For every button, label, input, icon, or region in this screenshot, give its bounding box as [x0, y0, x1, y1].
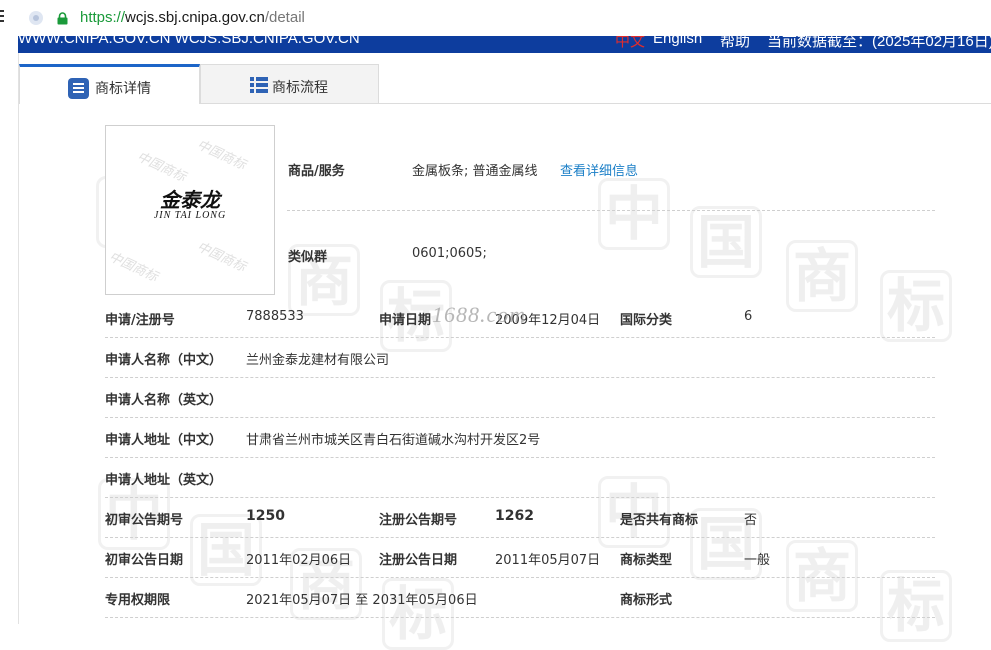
stamp-watermark: 1688.com: [432, 302, 527, 327]
prelim-date-value: 2011年02月06日: [246, 553, 352, 568]
lang-en-link[interactable]: English: [653, 36, 702, 47]
row-divider: [105, 537, 935, 538]
watermark-glyph: 商: [786, 540, 858, 612]
tm-type-label: 商标类型: [620, 553, 673, 568]
address-cn-label: 申请人地址（中文）: [105, 433, 223, 448]
url-host: wcjs.sbj.cnipa.gov.cn: [125, 9, 265, 26]
tab-label: 商标流程: [272, 80, 328, 96]
address-cn-value: 甘肃省兰州市城关区青白石街道碱水沟村开发区2号: [246, 433, 541, 448]
site-info-icon[interactable]: [29, 11, 43, 25]
tm-form-label: 商标形式: [620, 593, 673, 608]
row-divider: [105, 417, 935, 418]
intl-class-value: 6: [744, 309, 753, 324]
shared-label: 是否共有商标: [620, 513, 699, 528]
lock-icon: [57, 12, 68, 25]
list-icon: [250, 77, 268, 93]
exclusive-value: 2021年05月07日 至 2031年05月06日: [246, 593, 478, 608]
site-header-bar: WWW.CNIPA.GOV.CN WCJS.SBJ.CNIPA.GOV.CN 中…: [18, 36, 991, 53]
trademark-image: 中国商标 中国商标 中国商标 中国商标 金泰龙 JIN TAI LONG: [105, 125, 275, 295]
logo-watermark: 中国商标: [134, 149, 188, 186]
menu-icon[interactable]: [0, 10, 5, 24]
url-scheme: https://: [80, 9, 126, 26]
view-details-link[interactable]: 查看详细信息: [560, 160, 638, 179]
reg-ann-no-label: 注册公告期号: [379, 513, 458, 528]
tab-trademark-detail[interactable]: 商标详情: [19, 64, 200, 104]
shared-value: 否: [744, 513, 758, 528]
url-path: /detail: [264, 9, 305, 26]
applicant-cn-value: 兰州金泰龙建材有限公司: [246, 353, 390, 368]
group-value: 0601;0605;: [412, 246, 487, 261]
logo-watermark: 中国商标: [194, 239, 248, 276]
row-divider: [105, 377, 935, 378]
watermark-glyph: 国: [690, 206, 762, 278]
url-field[interactable]: https://wcjs.sbj.cnipa.gov.cn/detail: [80, 9, 305, 26]
watermark-glyph: 标: [880, 270, 952, 342]
logo-watermark: 中国商标: [106, 249, 160, 286]
watermark-glyph: 中: [598, 178, 670, 250]
reg-ann-no-value: 1262: [495, 508, 534, 524]
row-divider: [287, 210, 935, 211]
tm-type-value: 一般: [744, 553, 771, 568]
reg-ann-date-value: 2011年05月07日: [495, 553, 601, 568]
applicant-cn-label: 申请人名称（中文）: [105, 353, 223, 368]
row-divider: [105, 617, 935, 618]
prelim-date-label: 初审公告日期: [105, 553, 184, 568]
row-divider: [105, 337, 935, 338]
site-domains: WWW.CNIPA.GOV.CN WCJS.SBJ.CNIPA.GOV.CN: [18, 36, 360, 47]
logo-watermark: 中国商标: [194, 137, 248, 174]
document-icon: [68, 78, 89, 99]
prelim-no-value: 1250: [246, 508, 285, 524]
address-en-label: 申请人地址（英文）: [105, 473, 223, 488]
group-label: 类似群: [288, 250, 328, 265]
row-divider: [105, 497, 935, 498]
watermark-glyph: 标: [880, 570, 952, 642]
goods-label: 商品/服务: [288, 164, 345, 179]
lang-zh-link[interactable]: 中文: [615, 36, 645, 51]
tab-label: 商标详情: [95, 81, 151, 97]
tab-trademark-flow[interactable]: 商标流程: [200, 64, 379, 104]
watermark-glyph: 商: [786, 240, 858, 312]
data-date: 当前数据截至：(2025年02月16日): [767, 36, 991, 50]
row-divider: [105, 577, 935, 578]
reg-no-value: 7888533: [246, 309, 304, 324]
tab-divider: [378, 103, 991, 104]
reg-ann-date-label: 注册公告日期: [379, 553, 458, 568]
intl-class-label: 国际分类: [620, 313, 673, 328]
address-bar: https://wcjs.sbj.cnipa.gov.cn/detail: [0, 0, 991, 36]
row-divider: [105, 457, 935, 458]
reg-no-label: 申请/注册号: [105, 313, 175, 328]
help-link[interactable]: 帮助: [720, 36, 750, 51]
logo-name-en: JIN TAI LONG: [153, 210, 227, 221]
exclusive-label: 专用权期限: [105, 593, 171, 608]
prelim-no-label: 初审公告期号: [105, 513, 184, 528]
logo-name-cn: 金泰龙: [160, 188, 220, 212]
applicant-en-label: 申请人名称（英文）: [105, 393, 223, 408]
goods-value: 金属板条; 普通金属线: [412, 164, 538, 179]
apply-date-label: 申请日期: [379, 313, 432, 328]
